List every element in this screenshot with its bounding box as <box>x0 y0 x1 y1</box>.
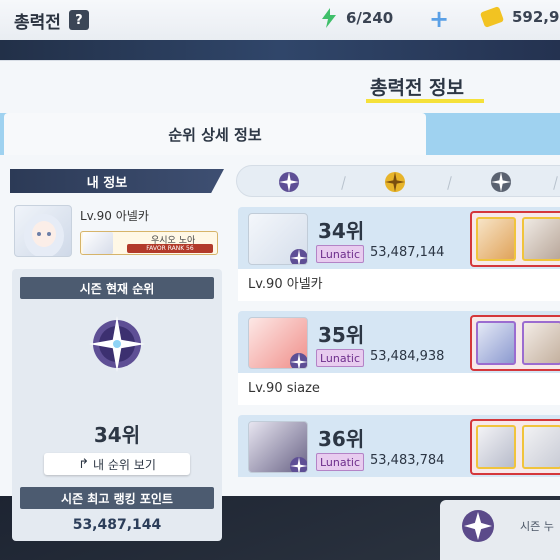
best-points-value: 53,487,144 <box>72 517 162 533</box>
ranking-entry[interactable]: 34위 Lunatic 53,487,144 Lv.90 아넬카 <box>238 207 560 307</box>
rank-number: 35위 <box>318 323 365 347</box>
favor-student-card: 우시오 노아 FAVOR RANK 56 <box>80 231 218 255</box>
tab-strip: 순위 상세 정보 <box>0 113 560 155</box>
team-lineup <box>470 315 560 371</box>
rank-number: 36위 <box>318 427 365 451</box>
background-season-card: 시즌 누 <box>440 500 560 560</box>
rank-score: 53,484,938 <box>370 349 445 364</box>
season-summary: 시즌 현재 순위 34위 ↱ 내 순위 보기 시즌 최고 랭킹 포인트 53,4… <box>12 269 222 541</box>
my-info-header: 내 정보 <box>10 169 224 193</box>
credit-counter: 592,9 <box>479 6 560 28</box>
difficulty-torment-icon[interactable] <box>383 170 407 194</box>
difficulty-filter <box>236 165 560 197</box>
rank-score: 53,487,144 <box>370 245 445 260</box>
help-button[interactable]: ? <box>68 10 89 30</box>
my-avatar[interactable] <box>14 205 72 257</box>
player-name: Lv.90 siaze <box>238 373 560 405</box>
lunatic-small-icon <box>290 457 307 472</box>
redirect-arrow-icon: ↱ <box>78 456 90 472</box>
current-rank-label: 시즌 현재 순위 <box>20 277 214 299</box>
season-emblem-icon <box>462 510 494 542</box>
panel-title-underline <box>366 99 484 103</box>
tab-rank-details[interactable]: 순위 상세 정보 <box>4 113 426 155</box>
page-title: 총력전 <box>14 12 61 33</box>
ranking-entry-header: 36위 Lunatic 53,483,784 <box>238 415 560 477</box>
player-avatar <box>248 213 308 265</box>
lunatic-emblem-icon <box>89 316 145 372</box>
view-my-rank-button[interactable]: ↱ 내 순위 보기 <box>44 453 190 475</box>
lunatic-small-icon <box>290 353 307 368</box>
player-avatar <box>248 421 308 473</box>
current-rank-value: 34위 <box>93 423 141 447</box>
difficulty-insane-icon[interactable] <box>489 170 513 194</box>
rank-number: 34위 <box>318 219 365 243</box>
rank-score: 53,483,784 <box>370 453 445 468</box>
best-points-label: 시즌 최고 랭킹 포인트 <box>20 487 214 509</box>
team-student-portrait <box>476 425 516 469</box>
ranking-entry-header: 35위 Lunatic 53,484,938 <box>238 311 560 373</box>
team-student-portrait <box>522 321 560 365</box>
favor-rank-badge: FAVOR RANK 56 <box>127 244 213 253</box>
ap-bolt-icon <box>322 8 336 28</box>
team-student-portrait <box>522 217 560 261</box>
team-lineup <box>470 419 560 475</box>
credit-icon <box>479 6 505 28</box>
team-lineup <box>470 211 560 267</box>
credit-value: 592,9 <box>512 8 560 26</box>
panel-title: 총력전 정보 <box>370 77 465 99</box>
ranking-list[interactable]: 34위 Lunatic 53,487,144 Lv.90 아넬카 35위 Lun… <box>238 207 560 497</box>
ap-value: 6/240 <box>346 9 394 27</box>
difficulty-badge: Lunatic <box>316 245 364 263</box>
add-ap-plus-icon[interactable]: + <box>428 7 450 31</box>
top-bar: 총력전 ? 6/240 + 592,9 <box>0 0 560 40</box>
lunatic-small-icon <box>290 249 307 264</box>
team-student-portrait <box>522 425 560 469</box>
difficulty-lunatic-icon[interactable] <box>277 170 301 194</box>
student-portrait-icon <box>24 214 64 256</box>
view-my-rank-label: 내 순위 보기 <box>93 457 156 472</box>
ranking-entry-header: 34위 Lunatic 53,487,144 <box>238 207 560 269</box>
background-season-label: 시즌 누 <box>520 520 554 533</box>
favor-student-portrait <box>83 232 113 254</box>
difficulty-separator <box>341 176 346 190</box>
difficulty-separator <box>553 176 558 190</box>
ap-counter: 6/240 <box>322 8 393 28</box>
ranking-entry[interactable]: 35위 Lunatic 53,484,938 Lv.90 siaze <box>238 311 560 411</box>
ranking-entry[interactable]: 36위 Lunatic 53,483,784 <box>238 415 560 497</box>
raid-info-panel: 총력전 정보 순위 상세 정보 내 정보 Lv.90 아넬카 우시오 노아 FA… <box>0 60 560 541</box>
team-student-portrait <box>476 217 516 261</box>
player-name: Lv.90 아넬카 <box>238 269 560 301</box>
player-avatar <box>248 317 308 369</box>
my-level-name: Lv.90 아넬카 <box>80 209 149 223</box>
difficulty-badge: Lunatic <box>316 453 364 471</box>
difficulty-separator <box>447 176 452 190</box>
team-student-portrait <box>476 321 516 365</box>
difficulty-badge: Lunatic <box>316 349 364 367</box>
